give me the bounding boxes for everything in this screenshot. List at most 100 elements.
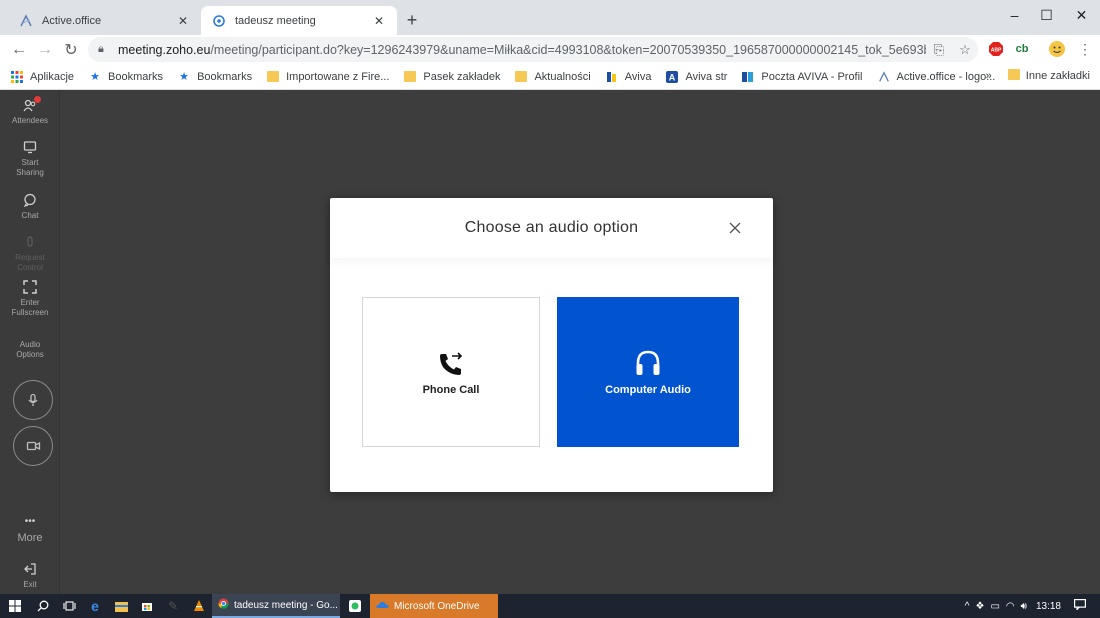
video-camera-icon bbox=[26, 441, 40, 451]
vlc-icon[interactable] bbox=[186, 594, 212, 618]
dropbox-icon[interactable]: ❖ bbox=[976, 601, 985, 612]
close-tab-icon[interactable]: ✕ bbox=[175, 13, 191, 29]
maximize-icon[interactable]: ☐ bbox=[1028, 0, 1065, 30]
star-icon: ★ bbox=[179, 71, 189, 83]
sidebar-item-request-control: Request Control bbox=[0, 235, 60, 273]
url-text: meeting.zoho.eu/meeting/participant.do?k… bbox=[118, 42, 926, 57]
task-view-icon[interactable] bbox=[56, 594, 82, 618]
tab-title: Active.office bbox=[42, 14, 102, 27]
forward-arrow-icon[interactable]: → bbox=[32, 37, 58, 63]
computer-audio-option[interactable]: Computer Audio bbox=[557, 297, 739, 447]
onedrive-icon bbox=[376, 600, 389, 612]
bookmark-item[interactable]: A Aviva str bbox=[665, 70, 727, 84]
bookmarks-overflow-icon[interactable]: » bbox=[986, 70, 992, 82]
browser-tab[interactable]: Active.office ✕ bbox=[8, 6, 201, 35]
audio-option-dialog: Choose an audio option Phone Call Comput… bbox=[330, 198, 773, 492]
menu-kebab-icon[interactable]: ⋮ bbox=[1074, 38, 1096, 60]
other-bookmarks[interactable]: Inne zakładki bbox=[1026, 70, 1090, 82]
svg-text:ABP: ABP bbox=[991, 48, 1002, 54]
browser-tab-active[interactable]: tadeusz meeting ✕ bbox=[201, 6, 397, 35]
reload-icon[interactable]: ↻ bbox=[58, 37, 84, 63]
close-tab-icon[interactable]: ✕ bbox=[371, 13, 387, 29]
sidebar-item-more[interactable]: ••• More bbox=[0, 516, 60, 544]
clock[interactable]: 13:18 bbox=[1036, 601, 1061, 612]
bookmark-item[interactable]: ★ Bookmarks bbox=[88, 70, 163, 84]
screen-share-icon bbox=[23, 140, 37, 156]
meeting-sidebar: Attendees Start Sharing Chat Request Con… bbox=[0, 90, 60, 594]
notification-badge bbox=[34, 96, 41, 103]
camera-button[interactable] bbox=[13, 426, 53, 466]
headphones-icon bbox=[633, 348, 663, 378]
bookmark-item[interactable]: ★ Bookmarks bbox=[177, 70, 252, 84]
sidebar-item-start-sharing[interactable]: Start Sharing bbox=[0, 140, 60, 178]
folder-icon bbox=[403, 70, 417, 84]
microphone-icon bbox=[28, 393, 38, 406]
chevron-up-icon[interactable]: ^ bbox=[965, 601, 970, 612]
taskbar-app-onedrive[interactable]: Microsoft OneDrive bbox=[370, 594, 498, 618]
windows-start-icon[interactable] bbox=[0, 594, 30, 618]
svg-text:A: A bbox=[669, 72, 676, 82]
address-bar[interactable]: 🔒︎ meeting.zoho.eu/meeting/participant.d… bbox=[88, 37, 978, 62]
evernote-icon[interactable] bbox=[340, 594, 370, 618]
bookmarks-right: » Inne zakładki bbox=[986, 69, 1090, 83]
bookmark-apps[interactable]: Aplikacje bbox=[10, 70, 74, 84]
zoho-meeting-icon bbox=[211, 13, 227, 29]
sidebar-item-exit[interactable]: Exit bbox=[0, 562, 60, 590]
bookmarks-bar: Aplikacje ★ Bookmarks ★ Bookmarks Import… bbox=[0, 64, 1100, 90]
browser-tab-strip: Active.office ✕ tadeusz meeting ✕ + – ☐ … bbox=[0, 0, 1100, 35]
apps-grid-icon bbox=[10, 70, 24, 84]
search-icon[interactable] bbox=[30, 594, 56, 618]
windows-taskbar: e ✎ tadeusz meeting - Go... Microsoft On… bbox=[0, 594, 1100, 618]
notifications-icon[interactable] bbox=[1074, 599, 1087, 613]
phone-call-option[interactable]: Phone Call bbox=[362, 297, 540, 447]
attendees-icon bbox=[23, 96, 41, 114]
back-arrow-icon[interactable]: ← bbox=[6, 37, 32, 63]
taskbar-app-chrome[interactable]: tadeusz meeting - Go... bbox=[212, 594, 340, 618]
wifi-icon[interactable]: ◠ bbox=[1006, 601, 1015, 612]
active-office-icon bbox=[18, 13, 34, 29]
tab-title: tadeusz meeting bbox=[235, 14, 316, 27]
bookmark-folder[interactable]: Pasek zakładek bbox=[403, 70, 500, 84]
folder-icon bbox=[514, 70, 528, 84]
adblock-icon[interactable]: ABP bbox=[985, 38, 1007, 60]
phone-call-icon bbox=[437, 348, 465, 378]
store-icon[interactable] bbox=[134, 594, 160, 618]
bookmark-folder[interactable]: Aktualności bbox=[514, 70, 591, 84]
bookmark-star-icon[interactable]: ☆ bbox=[952, 42, 978, 58]
active-office-icon bbox=[877, 70, 891, 84]
close-window-icon[interactable]: ✕ bbox=[1063, 0, 1100, 30]
computer-audio-label: Computer Audio bbox=[605, 384, 691, 396]
bookmark-folder[interactable]: Importowane z Fire... bbox=[266, 70, 389, 84]
translate-icon[interactable]: ⎘ bbox=[926, 42, 952, 58]
cashback-extension-icon[interactable]: cb bbox=[1011, 38, 1033, 60]
aviva-icon bbox=[605, 70, 619, 84]
battery-icon[interactable]: ▭ bbox=[990, 601, 999, 612]
bookmark-item[interactable]: Poczta AVIVA - Profil bbox=[741, 70, 863, 84]
volume-icon[interactable]: 🔊︎ bbox=[1021, 601, 1027, 612]
close-icon[interactable] bbox=[727, 220, 743, 236]
profile-avatar[interactable] bbox=[1046, 38, 1068, 60]
pointer-icon bbox=[23, 235, 37, 251]
phone-call-label: Phone Call bbox=[422, 384, 480, 396]
dialog-header: Choose an audio option bbox=[330, 198, 773, 258]
bookmark-item[interactable]: Aviva bbox=[605, 70, 651, 84]
bookmark-item[interactable]: Active.office - logo... bbox=[877, 70, 995, 84]
dialog-title: Choose an audio option bbox=[464, 219, 639, 236]
file-explorer-icon[interactable] bbox=[108, 594, 134, 618]
sidebar-item-fullscreen[interactable]: Enter Fullscreen bbox=[0, 280, 60, 318]
system-tray: ^ ❖ ▭ ◠ 🔊︎ 13:18 bbox=[962, 594, 1100, 618]
new-tab-button[interactable]: + bbox=[402, 10, 422, 30]
sidebar-item-attendees[interactable]: Attendees bbox=[0, 96, 60, 126]
edge-browser-icon[interactable]: e bbox=[82, 594, 108, 618]
folder-icon bbox=[266, 70, 280, 84]
exit-icon bbox=[23, 562, 37, 578]
chat-icon bbox=[23, 193, 37, 209]
sidebar-item-audio-options[interactable]: Audio Options bbox=[0, 340, 60, 360]
aviva-a-icon: A bbox=[665, 70, 679, 84]
sidebar-item-chat[interactable]: Chat bbox=[0, 193, 60, 221]
microphone-button[interactable] bbox=[13, 380, 53, 420]
browser-toolbar: ← → ↻ 🔒︎ meeting.zoho.eu/meeting/partici… bbox=[0, 35, 1100, 64]
pen-app-icon[interactable]: ✎ bbox=[160, 594, 186, 618]
chrome-icon bbox=[218, 598, 229, 612]
folder-icon bbox=[1007, 69, 1020, 83]
